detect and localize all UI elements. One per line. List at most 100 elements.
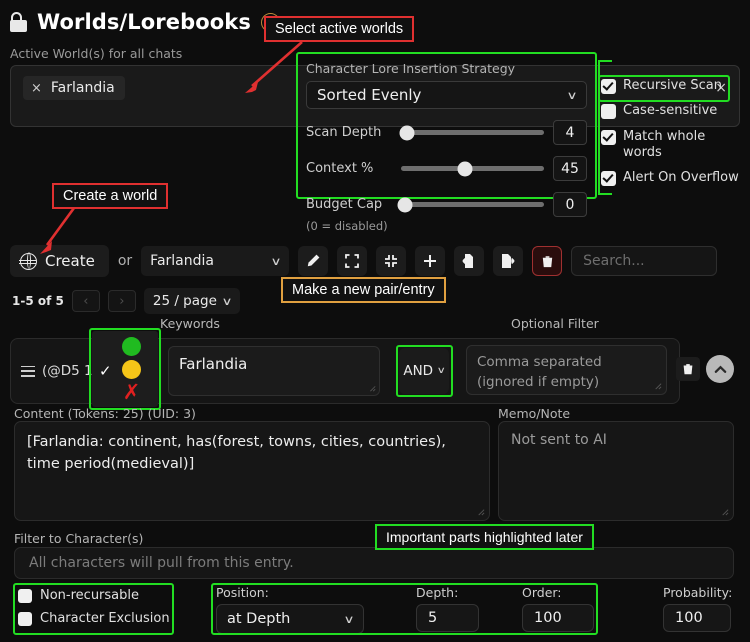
trash-icon-button[interactable] (532, 246, 563, 276)
red-x-icon[interactable]: ✗ (123, 382, 141, 403)
order-input[interactable]: 100 (522, 604, 594, 632)
worlds-lorebooks-panel: Worlds/Lorebooks ? Active World(s) for a… (0, 0, 750, 642)
pagination: 1-5 of 5 ‹ › 25 / page ∨ (12, 288, 240, 314)
budget-cap-slider[interactable] (397, 197, 544, 212)
logic-value: AND (403, 363, 434, 379)
world-tag-label: Farlandia (50, 80, 115, 96)
globe-icon (19, 251, 37, 270)
budget-cap-value[interactable]: 0 (553, 192, 587, 217)
depth-input[interactable]: 5 (416, 604, 479, 632)
filter-characters-input[interactable]: All characters will pull from this entry… (14, 547, 734, 579)
callout-select-active-worlds: Select active worlds (264, 16, 415, 42)
checkbox-recursive-scan[interactable]: Recursive Scan (601, 78, 749, 94)
checkbox-character-exclusion[interactable]: Character Exclusion (18, 611, 170, 627)
memo-label: Memo/Note (498, 406, 571, 421)
strategy-value: Sorted Evenly (317, 86, 422, 104)
optional-filter-input[interactable]: Comma separated (ignored if empty) (466, 345, 667, 395)
checkbox-label: Case-sensitive (623, 103, 718, 119)
per-page-select[interactable]: 25 / page ∨ (143, 288, 240, 314)
checkbox-label: Alert On Overflow (623, 170, 739, 185)
probability-group: Probability: 100 (663, 585, 732, 632)
yellow-light-icon[interactable] (122, 360, 141, 379)
strategy-label: Character Lore Insertion Strategy (306, 61, 516, 76)
callout-important-parts: Important parts highlighted later (375, 524, 594, 550)
search-input[interactable]: Search... (571, 246, 718, 276)
scan-depth-label: Scan Depth (306, 125, 382, 140)
per-page-value: 25 / page (152, 293, 217, 309)
entry-flags-group: Non-recursable Character Exclusion (18, 588, 170, 635)
export-icon-button[interactable] (493, 246, 524, 276)
content-textarea[interactable]: [Farlandia: continent, has(forest, towns… (14, 421, 490, 521)
worlds-toolbar: Create or Farlandia ∨ Search... (10, 245, 718, 277)
prev-page-button[interactable]: ‹ (71, 290, 100, 312)
context-percent-row: Context % 45 (299, 156, 594, 181)
next-page-button[interactable]: › (107, 290, 136, 312)
resize-grip-icon[interactable] (653, 381, 662, 390)
memo-textarea[interactable]: Not sent to AI (498, 421, 734, 521)
checkbox-label: Recursive Scan (623, 78, 722, 93)
remove-tag-icon[interactable]: × (31, 81, 42, 96)
context-percent-slider[interactable] (401, 161, 544, 176)
resize-grip-icon[interactable] (720, 507, 729, 516)
page-title: Worlds/Lorebooks (37, 10, 251, 34)
world-select[interactable]: Farlandia ∨ (141, 246, 290, 276)
context-percent-label: Context % (306, 161, 374, 176)
green-light-icon[interactable] (122, 337, 141, 356)
or-label: or (117, 253, 133, 269)
column-header-keywords: Keywords (160, 316, 220, 331)
callout-create-a-world: Create a world (52, 183, 169, 209)
entry-state-popup[interactable]: ✓ ✗ (92, 331, 158, 407)
checkbox-box[interactable] (18, 612, 32, 627)
order-group: Order: 100 (522, 585, 594, 632)
content-label: Content (Tokens: 25) (UID: 3) (14, 406, 196, 421)
logic-select[interactable]: AND ∨ (399, 348, 449, 394)
drag-handle-icon[interactable] (21, 365, 35, 377)
import-icon-button[interactable] (454, 246, 485, 276)
scan-options-group: Recursive Scan Case-sensitive Match whol… (601, 78, 749, 195)
chevron-down-icon: ∨ (270, 254, 282, 268)
pencil-icon-button[interactable] (298, 246, 329, 276)
collapse-entry-button[interactable] (706, 355, 734, 383)
create-button[interactable]: Create (10, 245, 109, 277)
scan-depth-row: Scan Depth 4 (299, 120, 594, 145)
probability-label: Probability: (663, 585, 733, 600)
position-value: at Depth (227, 611, 291, 627)
expand-icon-button[interactable] (337, 246, 368, 276)
filter-characters-label: Filter to Character(s) (14, 531, 144, 546)
plus-icon-button[interactable] (415, 246, 446, 276)
pagination-count: 1-5 of 5 (12, 294, 64, 308)
position-select[interactable]: at Depth ∨ (216, 604, 364, 634)
order-label: Order: (522, 585, 562, 600)
lore-insertion-strategy-panel: Character Lore Insertion Strategy Sorted… (299, 55, 594, 181)
checkbox-match-whole-words[interactable]: Match whole words (601, 129, 749, 162)
checkbox-case-sensitive[interactable]: Case-sensitive (601, 103, 749, 120)
highlight-options-bracket (598, 60, 612, 195)
column-header-optional-filter: Optional Filter (511, 316, 599, 331)
chevron-down-icon: ∨ (436, 366, 446, 376)
resize-grip-icon[interactable] (476, 507, 485, 516)
checkbox-non-recursable[interactable]: Non-recursable (18, 588, 170, 604)
depth-label: Depth: (416, 585, 459, 600)
context-percent-value[interactable]: 45 (553, 156, 587, 181)
keywords-value: Farlandia (179, 355, 248, 373)
memo-placeholder: Not sent to AI (511, 432, 607, 448)
strategy-select[interactable]: Sorted Evenly ∨ (306, 81, 587, 109)
checkbox-box[interactable] (18, 589, 32, 603)
world-tag-farlandia[interactable]: × Farlandia (23, 76, 125, 100)
scan-depth-value[interactable]: 4 (553, 120, 587, 145)
checkbox-label: Non-recursable (40, 588, 139, 603)
chevron-down-icon: ∨ (566, 88, 578, 102)
budget-cap-label: Budget Cap (306, 197, 383, 212)
collapse-icon-button[interactable] (376, 246, 407, 276)
callout-make-new-entry: Make a new pair/entry (281, 277, 446, 303)
scan-depth-slider[interactable] (399, 125, 544, 140)
content-text: [Farlandia: continent, has(forest, towns… (27, 434, 446, 472)
probability-input[interactable]: 100 (663, 604, 731, 632)
checkbox-label: Match whole words (623, 128, 706, 160)
resize-grip-icon[interactable] (368, 384, 376, 392)
budget-cap-hint: (0 = disabled) (306, 219, 388, 233)
chevron-down-icon: ∨ (221, 294, 233, 308)
delete-entry-button[interactable] (676, 357, 700, 381)
checkbox-alert-on-overflow[interactable]: Alert On Overflow (601, 170, 749, 186)
keywords-input[interactable]: Farlandia (168, 346, 380, 396)
